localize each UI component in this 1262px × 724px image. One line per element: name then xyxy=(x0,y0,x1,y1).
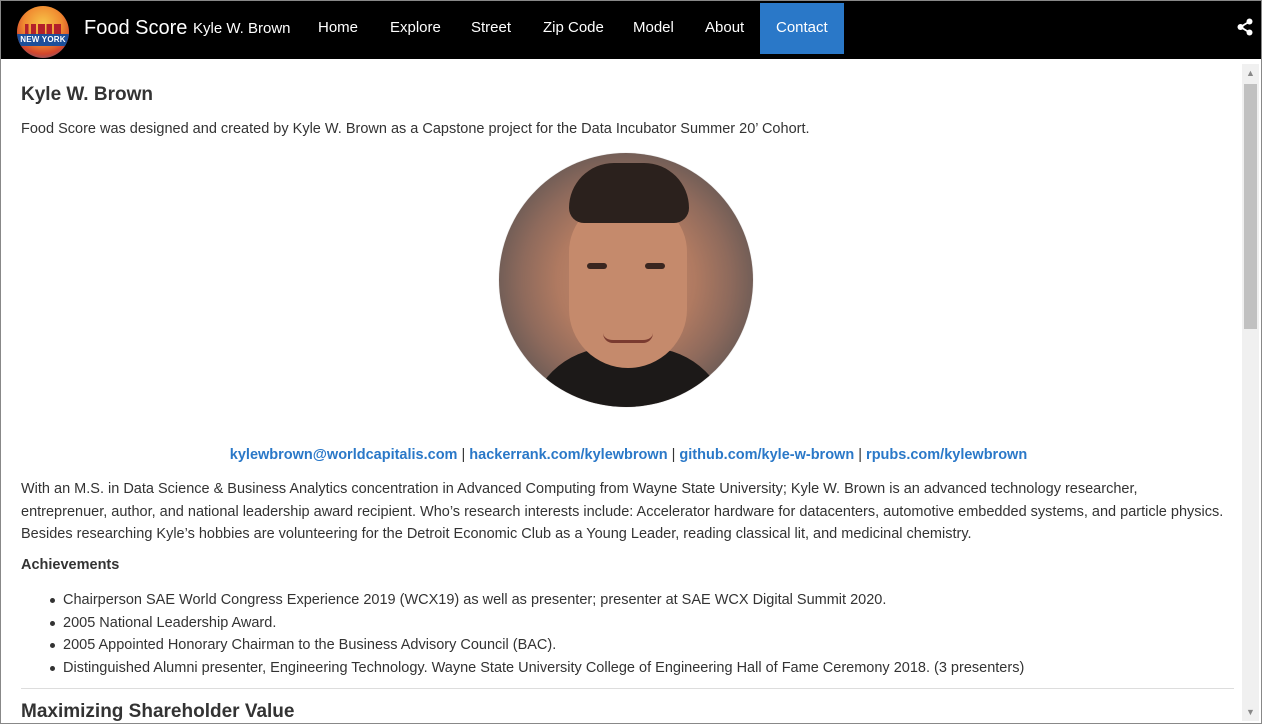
top-navbar: NEW YORK Food Score Kyle W. Brown Home E… xyxy=(1,1,1261,59)
logo-text: NEW YORK xyxy=(20,35,66,44)
bio-paragraph: With an M.S. in Data Science & Business … xyxy=(21,481,1224,542)
navbar-author: Kyle W. Brown xyxy=(193,20,291,37)
photo-eye-right xyxy=(645,263,665,269)
contact-links: kylewbrown@worldcapitalis.com | hackerra… xyxy=(21,447,1236,463)
photo-eye-left xyxy=(587,263,607,269)
section-divider xyxy=(21,688,1234,689)
link-separator: | xyxy=(858,447,863,463)
scroll-thumb[interactable] xyxy=(1244,84,1257,329)
email-link[interactable]: kylewbrown@worldcapitalis.com xyxy=(230,447,458,463)
intro-text: Food Score was designed and created by K… xyxy=(21,121,810,137)
link-separator: | xyxy=(461,447,466,463)
hackerrank-link[interactable]: hackerrank.com/kylewbrown xyxy=(469,447,667,463)
new-york-logo[interactable]: NEW YORK xyxy=(17,6,69,58)
vertical-scrollbar[interactable]: ▲ ▼ xyxy=(1242,64,1259,721)
nav-explore[interactable]: Explore xyxy=(374,1,457,55)
achievements-list: Chairperson SAE World Congress Experienc… xyxy=(45,589,1024,679)
section-heading: Maximizing Shareholder Value xyxy=(21,701,295,722)
page-title: Kyle W. Brown xyxy=(21,84,153,105)
list-item: 2005 National Leadership Award. xyxy=(45,612,1024,635)
nav-street[interactable]: Street xyxy=(455,1,527,55)
main-content: Kyle W. Brown Food Score was designed an… xyxy=(2,61,1243,723)
list-item: Distinguished Alumni presenter, Engineer… xyxy=(45,657,1024,680)
brand-title[interactable]: Food Score xyxy=(84,17,187,40)
share-icon[interactable] xyxy=(1237,18,1253,36)
nav-home[interactable]: Home xyxy=(302,1,374,55)
scroll-down-arrow-icon[interactable]: ▼ xyxy=(1242,705,1259,719)
photo-mouth xyxy=(603,333,653,343)
list-item: Chairperson SAE World Congress Experienc… xyxy=(45,589,1024,612)
scroll-up-arrow-icon[interactable]: ▲ xyxy=(1242,66,1259,80)
list-item: 2005 Appointed Honorary Chairman to the … xyxy=(45,634,1024,657)
profile-photo xyxy=(499,153,753,407)
github-link[interactable]: github.com/kyle-w-brown xyxy=(679,447,854,463)
achievements-heading: Achievements xyxy=(21,557,120,573)
nav-zip-code[interactable]: Zip Code xyxy=(527,1,620,55)
rpubs-link[interactable]: rpubs.com/kylewbrown xyxy=(866,447,1027,463)
nav-contact[interactable]: Contact xyxy=(760,3,844,54)
photo-hair xyxy=(569,163,689,223)
nav-about[interactable]: About xyxy=(689,1,760,55)
nav-model[interactable]: Model xyxy=(617,1,690,55)
link-separator: | xyxy=(671,447,676,463)
